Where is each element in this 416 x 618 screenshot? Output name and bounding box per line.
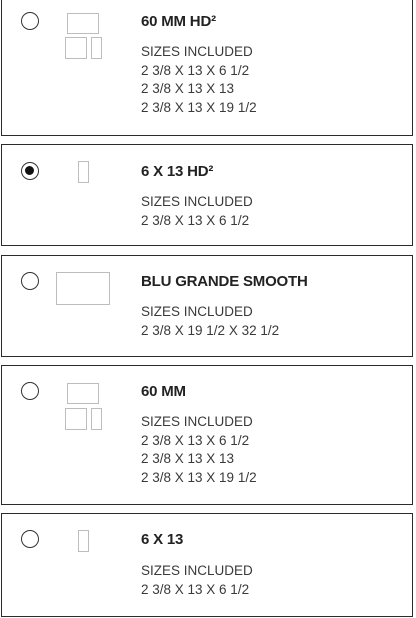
- radio-button-selected[interactable]: [21, 162, 39, 180]
- option-title: 6 X 13 HD²: [141, 163, 214, 180]
- size-item: 2 3/8 X 13 X 13: [141, 451, 235, 466]
- sizes-label: SIZES INCLUDED: [141, 44, 253, 59]
- size-item: 2 3/8 X 19 1/2 X 32 1/2: [141, 322, 280, 338]
- product-option-card[interactable]: 6 X 13 HD² SIZES INCLUDED 2 3/8 X 13 X 6…: [1, 144, 413, 246]
- product-option-card[interactable]: BLU GRANDE SMOOTH SIZES INCLUDED 2 3/8 X…: [1, 255, 413, 357]
- option-title: 6 X 13: [141, 531, 184, 548]
- sizes-list: SIZES INCLUDED 2 3/8 X 13 X 6 1/2: [141, 193, 253, 230]
- size-item: 2 3/8 X 13 X 6 1/2: [141, 581, 250, 597]
- size-item: 2 3/8 X 13 X 19 1/2: [141, 99, 257, 115]
- size-item: 2 3/8 X 13 X 13: [141, 81, 235, 96]
- sizes-label: SIZES INCLUDED: [141, 194, 253, 209]
- size-item: 2 3/8 X 13 X 6 1/2: [141, 212, 250, 228]
- option-title: BLU GRANDE SMOOTH: [141, 273, 308, 290]
- size-item: 2 3/8 X 13 X 19 1/2: [141, 469, 257, 485]
- option-title: 60 MM: [141, 383, 186, 400]
- radio-button[interactable]: [21, 12, 39, 30]
- radio-button[interactable]: [21, 272, 39, 290]
- sizes-list: SIZES INCLUDED 2 3/8 X 13 X 6 1/2: [141, 562, 253, 599]
- sizes-label: SIZES INCLUDED: [141, 304, 253, 319]
- product-option-card[interactable]: 60 MM HD² SIZES INCLUDED 2 3/8 X 13 X 6 …: [1, 0, 413, 136]
- sizes-label: SIZES INCLUDED: [141, 414, 253, 429]
- sizes-list: SIZES INCLUDED 2 3/8 X 19 1/2 X 32 1/2: [141, 303, 279, 340]
- radio-button[interactable]: [21, 382, 39, 400]
- size-item: 2 3/8 X 13 X 6 1/2: [141, 62, 250, 78]
- size-item: 2 3/8 X 13 X 6 1/2: [141, 432, 250, 448]
- product-option-card[interactable]: 6 X 13 SIZES INCLUDED 2 3/8 X 13 X 6 1/2: [1, 513, 413, 617]
- sizes-list: SIZES INCLUDED 2 3/8 X 13 X 6 1/2 2 3/8 …: [141, 43, 257, 117]
- sizes-label: SIZES INCLUDED: [141, 563, 253, 578]
- option-title: 60 MM HD²: [141, 13, 216, 30]
- product-option-card[interactable]: 60 MM SIZES INCLUDED 2 3/8 X 13 X 6 1/2 …: [1, 365, 413, 505]
- radio-button[interactable]: [21, 530, 39, 548]
- sizes-list: SIZES INCLUDED 2 3/8 X 13 X 6 1/2 2 3/8 …: [141, 413, 257, 487]
